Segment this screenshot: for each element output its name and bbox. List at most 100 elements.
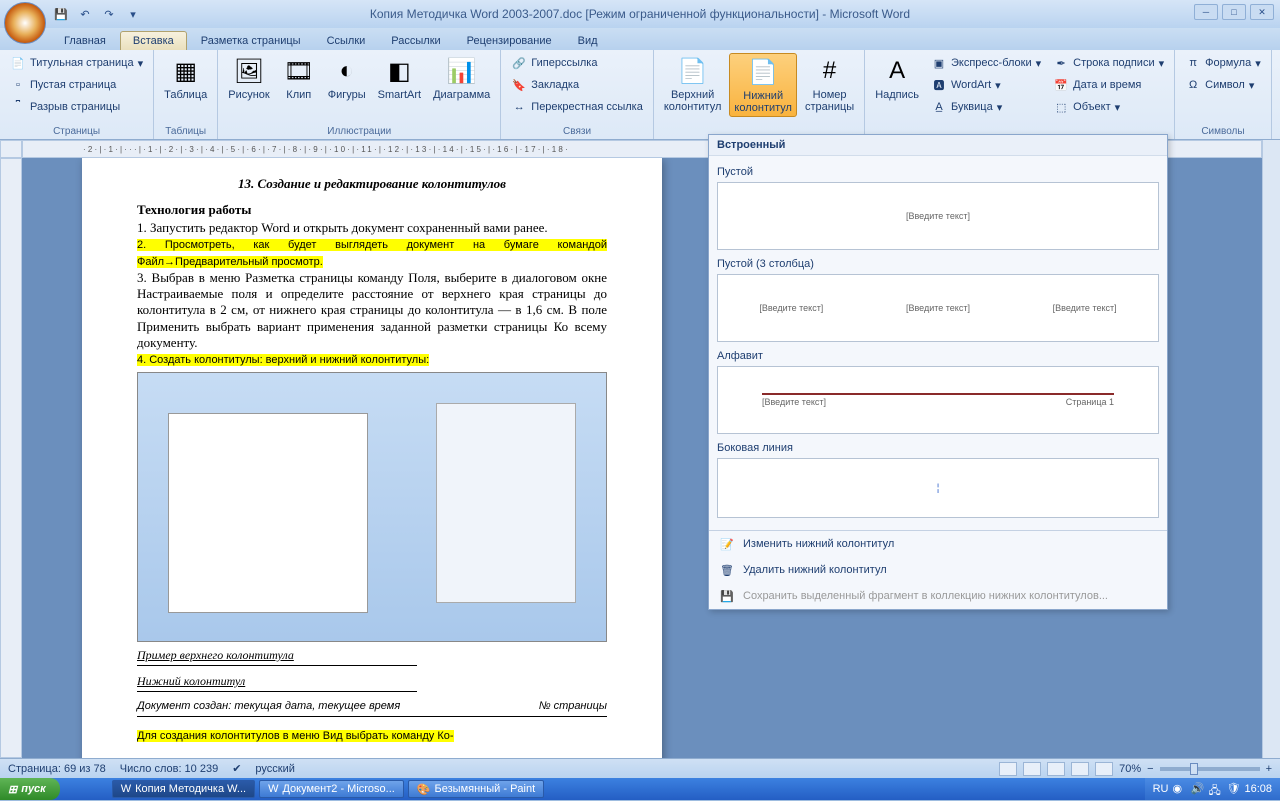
delete-icon: 🗑 <box>719 562 735 578</box>
status-page[interactable]: Страница: 69 из 78 <box>8 763 106 775</box>
tab-mailings[interactable]: Рассылки <box>379 32 452 50</box>
opt-side-label: Боковая линия <box>717 442 1159 454</box>
dropcap-icon: A̲ <box>931 99 947 115</box>
tab-view[interactable]: Вид <box>566 32 610 50</box>
redo-icon[interactable]: ↷ <box>100 5 118 23</box>
pi-icon: π <box>1185 55 1201 71</box>
caption-3-left: Документ создан: текущая дата, текущее в… <box>137 700 400 712</box>
gallery-body[interactable]: Пустой [Введите текст] Пустой (3 столбца… <box>709 156 1167 530</box>
view-draft[interactable] <box>1095 762 1113 776</box>
zoom-in-button[interactable]: + <box>1266 763 1272 775</box>
save-icon[interactable]: 💾 <box>52 5 70 23</box>
opt-alpha[interactable]: [Введите текст]Страница 1 <box>717 366 1159 434</box>
edit-footer-cmd[interactable]: 📝Изменить нижний колонтитул <box>709 531 1167 557</box>
zoom-out-button[interactable]: − <box>1147 763 1153 775</box>
taskbar-item-word1[interactable]: WКопия Методичка W... <box>112 780 255 798</box>
signature-button[interactable]: ✒Строка подписи ▾ <box>1049 53 1168 73</box>
clip-icon: 🎞 <box>283 55 315 87</box>
page-break-label: Разрыв страницы <box>30 101 120 113</box>
gallery-header: Встроенный <box>709 135 1167 156</box>
tab-home[interactable]: Главная <box>52 32 118 50</box>
footer-icon: 📄 <box>747 56 779 88</box>
xref-icon: ↔ <box>511 99 527 115</box>
paint-icon: 🎨 <box>417 783 431 796</box>
view-print-layout[interactable] <box>999 762 1017 776</box>
page-icon: 📄 <box>10 55 26 71</box>
footer-button[interactable]: 📄Нижний колонтитул <box>729 53 797 117</box>
titlebar: 💾 ↶ ↷ ▾ Копия Методичка Word 2003-2007.d… <box>0 0 1280 28</box>
statusbar: Страница: 69 из 78 Число слов: 10 239 ✔ … <box>0 758 1280 778</box>
object-button[interactable]: ⬚Объект ▾ <box>1049 97 1168 117</box>
formula-button[interactable]: πФормула ▾ <box>1181 53 1265 73</box>
textbox-button[interactable]: AНадпись <box>871 53 923 103</box>
taskbar-item-paint[interactable]: 🎨Безымянный - Paint <box>408 780 544 798</box>
tray-clock[interactable]: 16:08 <box>1244 783 1272 795</box>
smartart-button[interactable]: ◧SmartArt <box>374 53 425 103</box>
group-illus-label: Иллюстрации <box>224 125 494 138</box>
tray-lang[interactable]: RU <box>1153 783 1169 795</box>
undo-icon[interactable]: ↶ <box>76 5 94 23</box>
picture-button[interactable]: 🖼Рисунок <box>224 53 274 103</box>
view-web[interactable] <box>1047 762 1065 776</box>
wordart-button[interactable]: 🅰WordArt ▾ <box>927 75 1045 95</box>
view-fullscreen[interactable] <box>1023 762 1041 776</box>
tab-insert[interactable]: Вставка <box>120 31 187 50</box>
table-button[interactable]: ▦Таблица <box>160 53 211 103</box>
document-page[interactable]: 13. Создание и редактирование колонтитул… <box>82 158 662 758</box>
title-page-button[interactable]: 📄Титульная страница ▾ <box>6 53 147 73</box>
page-break-button[interactable]: ⎴Разрыв страницы <box>6 97 147 117</box>
group-pages-label: Страницы <box>6 125 147 138</box>
caption-1: Пример верхнего колонтитула <box>137 648 607 663</box>
pageno-icon: # <box>814 55 846 87</box>
opt-side[interactable]: ¦ <box>717 458 1159 518</box>
restore-button[interactable]: □ <box>1222 4 1246 20</box>
header-button[interactable]: 📄Верхний колонтитул <box>660 53 726 115</box>
page-number-button[interactable]: #Номер страницы <box>801 53 858 115</box>
clip-button[interactable]: 🎞Клип <box>278 53 320 103</box>
ruler-corner[interactable] <box>0 140 22 158</box>
tray-icon[interactable]: 🔊 <box>1190 782 1204 796</box>
datetime-button[interactable]: 📅Дата и время <box>1049 75 1168 95</box>
tab-layout[interactable]: Разметка страницы <box>189 32 313 50</box>
tray-icon[interactable]: ◉ <box>1172 782 1186 796</box>
view-outline[interactable] <box>1071 762 1089 776</box>
tray-icon[interactable]: 🛡 <box>1226 782 1240 796</box>
qat-dropdown-icon[interactable]: ▾ <box>124 5 142 23</box>
status-lang[interactable]: русский <box>255 763 294 775</box>
tab-references[interactable]: Ссылки <box>315 32 378 50</box>
close-button[interactable]: ✕ <box>1250 4 1274 20</box>
tab-review[interactable]: Рецензирование <box>455 32 564 50</box>
blank-page-button[interactable]: ▫Пустая страница <box>6 75 147 95</box>
zoom-slider[interactable] <box>1160 767 1260 771</box>
status-proof-icon[interactable]: ✔ <box>232 762 241 775</box>
hyperlink-button[interactable]: 🔗Гиперссылка <box>507 53 647 73</box>
bookmark-button[interactable]: 🔖Закладка <box>507 75 647 95</box>
vertical-scrollbar[interactable] <box>1262 140 1280 758</box>
chart-button[interactable]: 📊Диаграмма <box>429 53 494 103</box>
doc-p2: 2. Просмотреть, как будет выглядеть доку… <box>137 236 607 270</box>
symbol-button[interactable]: ΩСимвол ▾ <box>1181 75 1265 95</box>
opt-3col[interactable]: [Введите текст] [Введите текст] [Введите… <box>717 274 1159 342</box>
opt-blank[interactable]: [Введите текст] <box>717 182 1159 250</box>
tray-icon[interactable]: 🖧 <box>1208 782 1222 796</box>
ruler-vertical[interactable] <box>0 158 22 758</box>
opt-blank-label: Пустой <box>717 166 1159 178</box>
quickparts-button[interactable]: ▣Экспресс-блоки ▾ <box>927 53 1045 73</box>
xref-button[interactable]: ↔Перекрестная ссылка <box>507 97 647 117</box>
textbox-icon: A <box>881 55 913 87</box>
group-tables-label: Таблицы <box>160 125 211 138</box>
status-words[interactable]: Число слов: 10 239 <box>120 763 218 775</box>
start-button[interactable]: ⊞пуск <box>0 778 60 800</box>
opt-alpha-label: Алфавит <box>717 350 1159 362</box>
chart-icon: 📊 <box>446 55 478 87</box>
dropcap-button[interactable]: A̲Буквица ▾ <box>927 97 1045 117</box>
edit-icon: 📝 <box>719 536 735 552</box>
minimize-button[interactable]: ─ <box>1194 4 1218 20</box>
office-button[interactable] <box>4 2 46 44</box>
window-title: Копия Методичка Word 2003-2007.doc [Режи… <box>370 7 910 21</box>
opt-3col-label: Пустой (3 столбца) <box>717 258 1159 270</box>
taskbar-item-word2[interactable]: WДокумент2 - Microso... <box>259 780 404 798</box>
shapes-button[interactable]: ◐Фигуры <box>324 53 370 103</box>
zoom-pct[interactable]: 70% <box>1119 763 1141 775</box>
delete-footer-cmd[interactable]: 🗑Удалить нижний колонтитул <box>709 557 1167 583</box>
